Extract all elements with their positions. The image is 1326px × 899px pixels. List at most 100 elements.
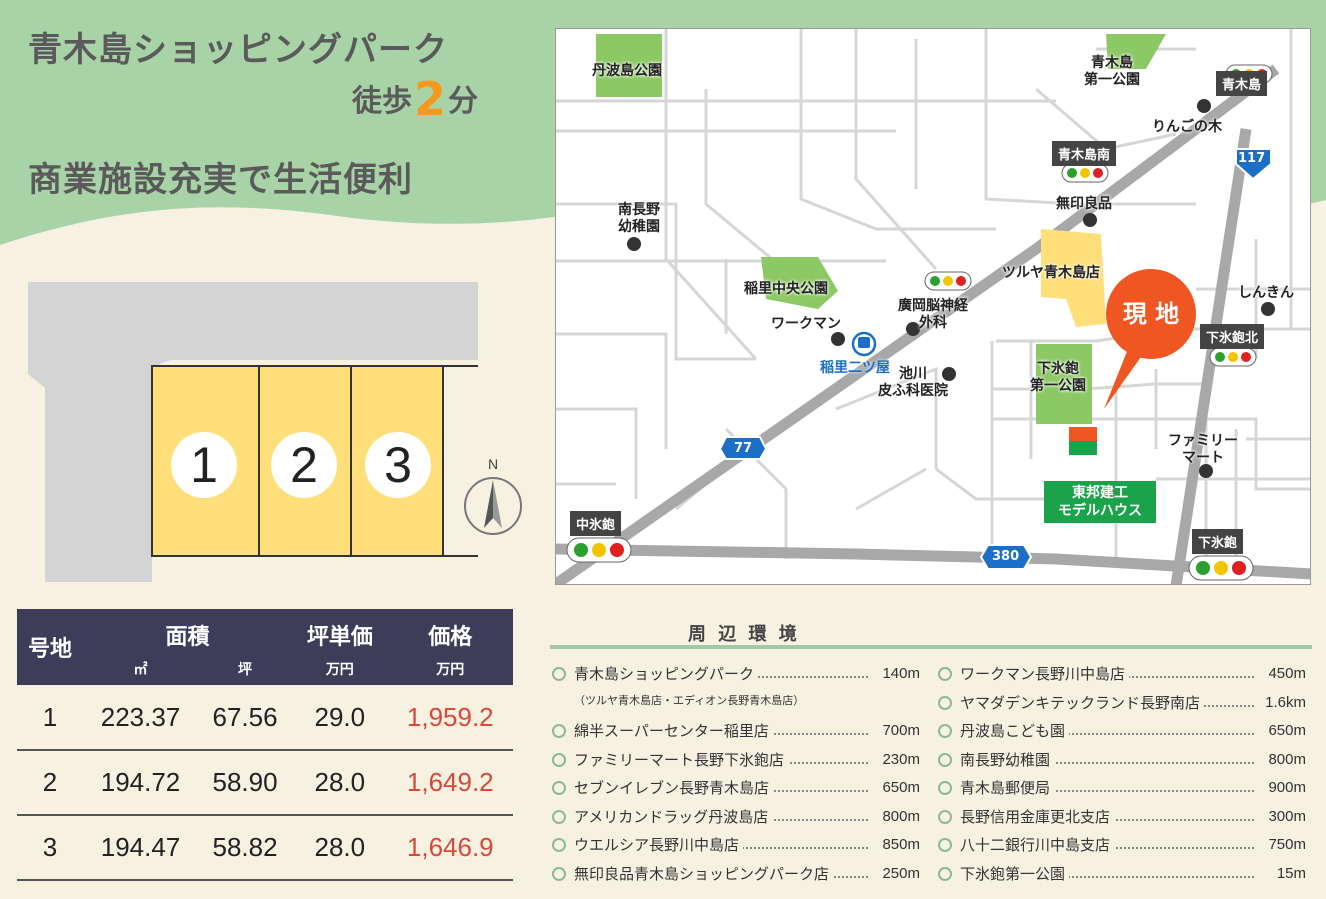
- cell-price: 1,646.9: [387, 815, 513, 881]
- model-house-label[interactable]: 東邦建工 モデルハウス: [1044, 481, 1156, 523]
- signal-aokijima-minami: 青木島南: [1052, 141, 1117, 166]
- item-name: 南長野幼稚園: [960, 747, 1055, 772]
- signal-shimohikage-kita: 下氷鉋北: [1200, 324, 1265, 349]
- place-familymart: ファミリー マート: [1168, 433, 1238, 466]
- table-row: 3 194.47 58.82 28.0 1,646.9: [17, 815, 513, 881]
- item-name: ワークマン長野川中島店: [960, 662, 1130, 686]
- item-distance: 450m: [1268, 665, 1306, 682]
- place-workman: ワークマン: [771, 316, 841, 332]
- station-inasato-futatsuya: 稲里二ツ屋: [820, 360, 890, 376]
- cell-lot: 3: [17, 815, 83, 881]
- signal-nakahikage: 中氷鉋: [570, 511, 622, 536]
- item-distance: 230m: [882, 750, 920, 768]
- table-row: 2 194.72 58.90 28.0 1,649.2: [17, 750, 513, 816]
- place-muji: 無印良品: [1056, 196, 1112, 212]
- table-row: 1 223.37 67.56 29.0 1,959.2: [17, 685, 513, 751]
- item-name: 下氷鉋第一公園: [960, 861, 1070, 886]
- place-minaminagano-kindergarten: 南長野 幼稚園: [618, 202, 660, 235]
- circle-bullet-icon: [552, 724, 566, 738]
- item-name: 青木島ショッピングパーク: [574, 662, 759, 686]
- environment-list-left: 青木島ショッピングパーク 140m （ツルヤ青木島店・エディオン長野青木島店） 綿…: [552, 662, 920, 890]
- list-item: ウエルシア長野川中島店 850m: [552, 833, 920, 862]
- item-name: 青木島郵便局: [960, 776, 1055, 800]
- item-name: アメリカンドラッグ丹波島店: [574, 804, 773, 829]
- circle-bullet-icon: [938, 752, 952, 767]
- environment-list-right: ワークマン長野川中島店 450m ヤマダデンキテックランド長野南店 1.6km 丹波…: [938, 662, 1306, 890]
- cell-tsubo: 58.90: [198, 750, 293, 816]
- circle-bullet-icon: [552, 809, 566, 824]
- cell-sqm: 194.47: [83, 815, 198, 881]
- cell-sqm: 223.37: [83, 685, 198, 751]
- item-distance: 140m: [882, 665, 920, 682]
- park-tanbajima: 丹波島公園: [592, 63, 662, 79]
- header-price: 価格: [387, 609, 513, 653]
- list-item: セブンイレブン長野青木島店 650m: [552, 776, 920, 805]
- item-name: セブンイレブン長野青木島店: [574, 776, 774, 800]
- circle-bullet-icon: [938, 724, 952, 738]
- circle-bullet-icon: [938, 667, 952, 681]
- cell-unit-price: 29.0: [292, 685, 388, 751]
- cell-sqm: 194.72: [83, 750, 198, 816]
- place-clinic: 廣岡脳神経 外科: [898, 298, 968, 331]
- list-item: ヤマダデンキテックランド長野南店 1.6km: [938, 690, 1306, 720]
- item-distance: 900m: [1268, 779, 1306, 796]
- walking-time: 徒歩2分: [352, 72, 478, 126]
- place-tsutaya: ツルヤ青木島店: [1002, 265, 1100, 281]
- park-aokijima-daiichi: 青木島 第一公園: [1084, 55, 1140, 88]
- lot-number-1[interactable]: 1: [171, 432, 237, 498]
- item-distance: 650m: [1268, 722, 1306, 739]
- park-shimohikage-daiichi: 下氷鉋 第一公園: [1030, 361, 1086, 394]
- circle-bullet-icon: [938, 866, 952, 881]
- list-item: 青木島ショッピングパーク 140m: [552, 662, 920, 691]
- header-lot: 号地: [17, 609, 83, 685]
- unit-price: 万円: [387, 653, 513, 685]
- item-distance: 1.6km: [1265, 693, 1306, 711]
- circle-bullet-icon: [552, 781, 566, 795]
- unit-unit-price: 万円: [292, 653, 388, 685]
- cell-unit-price: 28.0: [292, 750, 388, 816]
- environment-title: 周 辺 環 境: [688, 624, 800, 645]
- site-marker[interactable]: 現 地: [1106, 269, 1196, 359]
- unit-tsubo: 坪: [198, 653, 293, 685]
- item-name: 八十二銀行川中島支店: [960, 833, 1115, 857]
- area-map[interactable]: 丹波島公園 青木島 第一公園 稲里中央公園 下氷鉋 第一公園 りんごの木 無印良…: [555, 28, 1311, 585]
- item-distance: 15m: [1276, 864, 1306, 882]
- cell-unit-price: 28.0: [292, 815, 388, 881]
- item-distance: 300m: [1268, 807, 1306, 825]
- park-inasato-chuo: 稲里中央公園: [744, 281, 828, 297]
- circle-bullet-icon: [938, 809, 952, 824]
- item-distance: 800m: [882, 807, 920, 825]
- walk-prefix: 徒歩: [352, 84, 412, 119]
- circle-bullet-icon: [552, 752, 566, 767]
- signal-shimohikage: 下氷鉋: [1192, 529, 1244, 554]
- list-item: 綿半スーパーセンター稲里店 700m: [552, 719, 920, 748]
- lot-plan: 1 2 3: [0, 276, 540, 586]
- item-name: 長野信用金庫更北支店: [960, 804, 1115, 829]
- cell-tsubo: 67.56: [198, 685, 293, 751]
- unit-sqm: ㎡: [83, 653, 198, 685]
- list-item: ファミリーマート長野下氷鉋店 230m: [552, 747, 920, 777]
- list-item: アメリカンドラッグ丹波島店 800m: [552, 804, 920, 834]
- list-item: 南長野幼稚園 800m: [938, 747, 1306, 777]
- cell-price: 1,959.2: [387, 685, 513, 751]
- place-shinkin: しんきん: [1238, 285, 1294, 301]
- item-distance: 800m: [1268, 750, 1306, 768]
- signal-aokijima: 青木島: [1216, 71, 1268, 96]
- environment-divider: [550, 645, 1312, 649]
- list-item: ワークマン長野川中島店 450m: [938, 662, 1306, 691]
- compass-label: N: [488, 456, 498, 472]
- circle-bullet-icon: [552, 667, 566, 681]
- item-name: ヤマダデンキテックランド長野南店: [960, 690, 1205, 715]
- lot-number-2[interactable]: 2: [271, 432, 337, 498]
- sub-headline: 商業施設充実で生活便利: [28, 160, 413, 200]
- item-distance: 250m: [882, 864, 920, 882]
- list-item: 青木島郵便局 900m: [938, 776, 1306, 805]
- cell-lot: 2: [17, 750, 83, 816]
- north-compass-icon: N: [464, 456, 522, 535]
- circle-bullet-icon: [938, 838, 952, 852]
- list-item: 丹波島こども園 650m: [938, 719, 1306, 748]
- lot-number-3[interactable]: 3: [365, 432, 431, 498]
- circle-bullet-icon: [938, 781, 952, 795]
- item-distance: 750m: [1268, 836, 1306, 853]
- cell-tsubo: 58.82: [198, 815, 293, 881]
